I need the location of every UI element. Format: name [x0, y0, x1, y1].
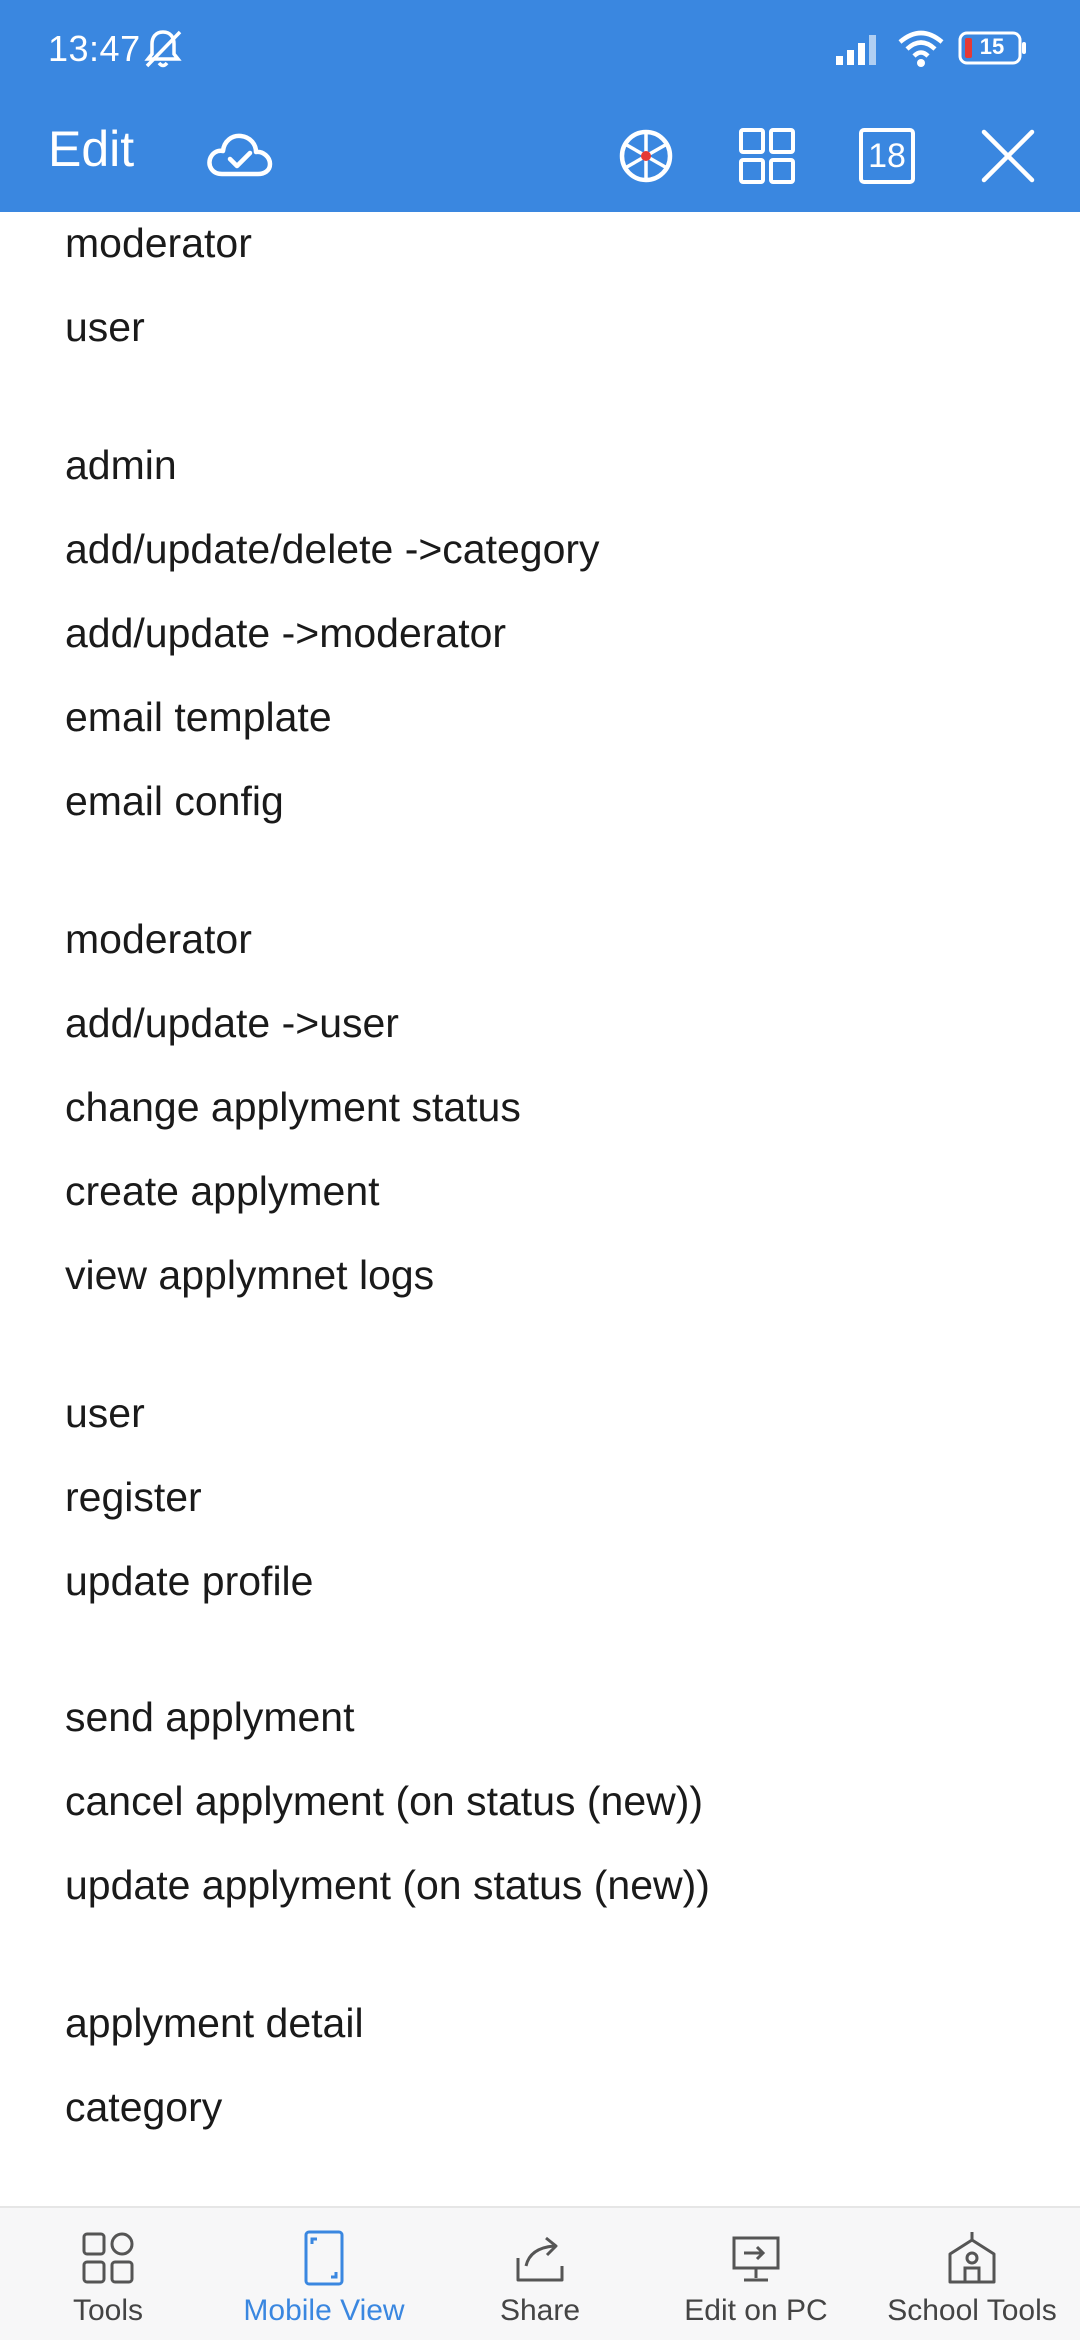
school-tools-icon [942, 2228, 1002, 2288]
tab-label: School Tools [887, 2294, 1057, 2327]
text-line[interactable]: add/update ->moderator [65, 610, 506, 657]
text-line[interactable]: add/update/delete ->category [65, 526, 600, 573]
text-line[interactable]: update applyment (on status (new)) [65, 1862, 710, 1909]
status-time: 13:47 [48, 28, 141, 69]
text-line[interactable]: send applyment [65, 1694, 354, 1741]
status-bar: 13:47 15 [0, 0, 1080, 100]
signal-icon [834, 32, 884, 66]
text-line[interactable]: cancel applyment (on status (new)) [65, 1778, 703, 1825]
text-line[interactable]: add/update ->user [65, 1000, 399, 1047]
share-icon [510, 2228, 570, 2288]
document-content[interactable]: moderator user admin add/update/delete -… [0, 212, 1080, 2206]
mobile-view-icon [294, 2228, 354, 2288]
text-line[interactable]: create applyment [65, 1168, 380, 1215]
tab-school-tools[interactable]: School Tools [864, 2208, 1080, 2342]
battery-level: 15 [979, 34, 1005, 59]
tab-label: Mobile View [243, 2294, 405, 2327]
text-line[interactable]: category [65, 2084, 222, 2131]
wheel-icon[interactable] [606, 116, 686, 196]
tab-label: Share [499, 2294, 581, 2327]
tab-label: Edit on PC [684, 2294, 828, 2327]
edit-on-pc-icon [726, 2228, 786, 2288]
bell-off-icon [140, 26, 186, 72]
text-line[interactable]: moderator [65, 916, 252, 963]
pages-count[interactable]: 18 [847, 116, 927, 196]
tools-icon [78, 2228, 138, 2288]
tab-edit-on-pc[interactable]: Edit on PC [648, 2208, 864, 2342]
text-line[interactable]: moderator [65, 220, 252, 267]
close-icon[interactable] [968, 116, 1048, 196]
toolbar-title[interactable]: Edit [48, 120, 134, 178]
text-line[interactable]: email template [65, 694, 332, 741]
text-line[interactable]: update profile [65, 1558, 313, 1605]
text-line[interactable]: register [65, 1474, 202, 1521]
grid-view-icon[interactable] [727, 116, 807, 196]
text-line[interactable]: email config [65, 778, 284, 825]
text-line[interactable]: admin [65, 442, 177, 489]
text-line[interactable]: view applymnet logs [65, 1252, 434, 1299]
tab-share[interactable]: Share [432, 2208, 648, 2342]
text-line[interactable]: change applyment status [65, 1084, 521, 1131]
edit-toolbar: Edit 18 [0, 100, 1080, 212]
tab-tools[interactable]: Tools [0, 2208, 216, 2342]
text-line[interactable]: user [65, 1390, 145, 1437]
tab-mobile-view[interactable]: Mobile View [216, 2208, 432, 2342]
wifi-icon [896, 28, 946, 68]
bottom-nav: Tools Mobile View Share Edit on PC Schoo… [0, 2206, 1080, 2340]
text-line[interactable]: applyment detail [65, 2000, 364, 2047]
cloud-sync-icon[interactable] [200, 116, 280, 196]
tab-label: Tools [72, 2294, 144, 2327]
text-line[interactable]: user [65, 304, 145, 351]
